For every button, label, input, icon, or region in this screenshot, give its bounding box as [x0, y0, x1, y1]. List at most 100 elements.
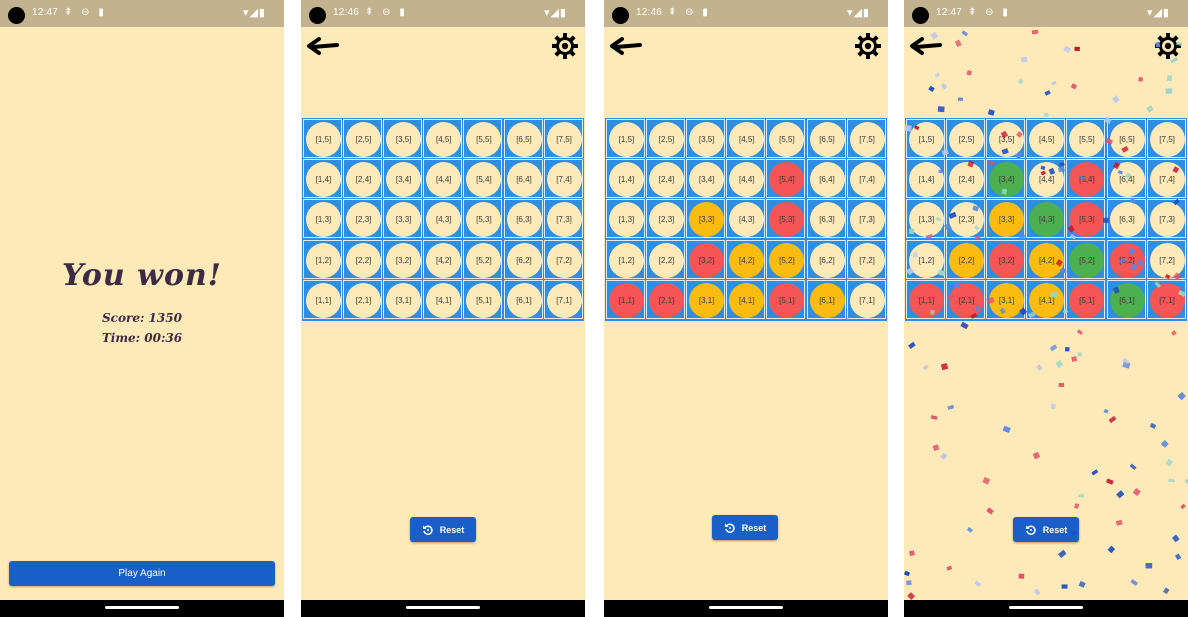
- board-cell[interactable]: [1,5]: [906, 119, 945, 158]
- board-cell[interactable]: [4,3]: [726, 199, 766, 239]
- board-cell[interactable]: [6,4]: [1106, 159, 1146, 199]
- home-indicator[interactable]: [105, 606, 179, 609]
- board-cell[interactable]: [6,2]: [503, 239, 543, 279]
- board-cell[interactable]: [1,4]: [906, 159, 945, 199]
- board-cell[interactable]: [5,3]: [463, 199, 503, 239]
- board-cell[interactable]: [1,5]: [606, 119, 645, 158]
- board-cell[interactable]: [5,3]: [1066, 199, 1106, 239]
- home-indicator[interactable]: [406, 606, 480, 609]
- board-cell[interactable]: [3,1]: [986, 279, 1026, 319]
- board-cell[interactable]: [6,5]: [1106, 119, 1146, 158]
- board-cell[interactable]: [2,5]: [646, 119, 686, 158]
- board-cell[interactable]: [5,5]: [463, 119, 503, 158]
- board-cell[interactable]: [6,3]: [503, 199, 543, 239]
- board-cell[interactable]: [3,3]: [686, 199, 726, 239]
- board-cell[interactable]: [4,5]: [1026, 119, 1066, 158]
- board-cell[interactable]: [1,2]: [303, 239, 342, 279]
- board-cell[interactable]: [2,3]: [343, 199, 383, 239]
- board-cell[interactable]: [7,4]: [543, 159, 583, 199]
- board-cell[interactable]: [7,1]: [543, 279, 583, 319]
- board-cell[interactable]: [4,2]: [423, 239, 463, 279]
- board-cell[interactable]: [2,2]: [343, 239, 383, 279]
- board-cell[interactable]: [3,5]: [686, 119, 726, 158]
- board-cell[interactable]: [3,4]: [383, 159, 423, 199]
- board-cell[interactable]: [1,3]: [906, 199, 945, 239]
- board-cell[interactable]: [2,4]: [646, 159, 686, 199]
- board-cell[interactable]: [7,3]: [543, 199, 583, 239]
- board-cell[interactable]: [4,5]: [726, 119, 766, 158]
- board-cell[interactable]: [2,4]: [343, 159, 383, 199]
- board-cell[interactable]: [7,2]: [1146, 239, 1186, 279]
- board-cell[interactable]: [5,1]: [463, 279, 503, 319]
- board-cell[interactable]: [2,5]: [343, 119, 383, 158]
- board-cell[interactable]: [4,1]: [1026, 279, 1066, 319]
- board-cell[interactable]: [2,4]: [946, 159, 986, 199]
- home-indicator[interactable]: [709, 606, 783, 609]
- board-cell[interactable]: [7,1]: [1146, 279, 1186, 319]
- board-cell[interactable]: [5,4]: [463, 159, 503, 199]
- board-cell[interactable]: [2,3]: [946, 199, 986, 239]
- board-cell[interactable]: [3,2]: [383, 239, 423, 279]
- board-cell[interactable]: [6,4]: [503, 159, 543, 199]
- board-cell[interactable]: [1,4]: [303, 159, 342, 199]
- board-cell[interactable]: [4,4]: [1026, 159, 1066, 199]
- back-arrow-icon[interactable]: [608, 35, 642, 57]
- board-cell[interactable]: [1,2]: [906, 239, 945, 279]
- board-cell[interactable]: [7,1]: [846, 279, 886, 319]
- board-cell[interactable]: [5,4]: [766, 159, 806, 199]
- gear-icon[interactable]: [1154, 32, 1182, 60]
- board-cell[interactable]: [3,4]: [986, 159, 1026, 199]
- board-cell[interactable]: [3,3]: [986, 199, 1026, 239]
- board-cell[interactable]: [6,4]: [806, 159, 846, 199]
- board-cell[interactable]: [4,3]: [1026, 199, 1066, 239]
- board-cell[interactable]: [6,1]: [806, 279, 846, 319]
- home-indicator[interactable]: [1009, 606, 1083, 609]
- board-cell[interactable]: [4,4]: [423, 159, 463, 199]
- board-cell[interactable]: [7,5]: [543, 119, 583, 158]
- board-cell[interactable]: [4,5]: [423, 119, 463, 158]
- gear-icon[interactable]: [551, 32, 579, 60]
- board-cell[interactable]: [1,1]: [906, 279, 945, 319]
- board-cell[interactable]: [2,1]: [946, 279, 986, 319]
- back-arrow-icon[interactable]: [908, 35, 942, 57]
- board-cell[interactable]: [2,2]: [646, 239, 686, 279]
- board-cell[interactable]: [3,1]: [383, 279, 423, 319]
- board-cell[interactable]: [7,2]: [846, 239, 886, 279]
- board-cell[interactable]: [2,3]: [646, 199, 686, 239]
- board-cell[interactable]: [1,3]: [303, 199, 342, 239]
- board-cell[interactable]: [7,3]: [846, 199, 886, 239]
- board-cell[interactable]: [5,1]: [1066, 279, 1106, 319]
- board-cell[interactable]: [1,1]: [303, 279, 342, 319]
- board-cell[interactable]: [1,5]: [303, 119, 342, 158]
- board-cell[interactable]: [7,2]: [543, 239, 583, 279]
- back-arrow-icon[interactable]: [305, 35, 339, 57]
- board-cell[interactable]: [6,5]: [503, 119, 543, 158]
- board-cell[interactable]: [7,4]: [846, 159, 886, 199]
- board-cell[interactable]: [3,1]: [686, 279, 726, 319]
- board-cell[interactable]: [5,1]: [766, 279, 806, 319]
- board-cell[interactable]: [1,1]: [606, 279, 645, 319]
- board-cell[interactable]: [6,3]: [1106, 199, 1146, 239]
- board-cell[interactable]: [5,2]: [463, 239, 503, 279]
- board-cell[interactable]: [3,4]: [686, 159, 726, 199]
- board-cell[interactable]: [7,5]: [1146, 119, 1186, 158]
- board-cell[interactable]: [2,5]: [946, 119, 986, 158]
- reset-button[interactable]: Reset: [712, 515, 778, 540]
- board-cell[interactable]: [2,1]: [646, 279, 686, 319]
- board-cell[interactable]: [5,5]: [766, 119, 806, 158]
- board-cell[interactable]: [6,1]: [1106, 279, 1146, 319]
- board-cell[interactable]: [5,2]: [1066, 239, 1106, 279]
- board-cell[interactable]: [4,2]: [726, 239, 766, 279]
- board-cell[interactable]: [1,3]: [606, 199, 645, 239]
- board-cell[interactable]: [7,3]: [1146, 199, 1186, 239]
- gear-icon[interactable]: [854, 32, 882, 60]
- board-cell[interactable]: [6,5]: [806, 119, 846, 158]
- board-cell[interactable]: [1,2]: [606, 239, 645, 279]
- board-cell[interactable]: [3,5]: [986, 119, 1026, 158]
- board-cell[interactable]: [5,2]: [766, 239, 806, 279]
- board-cell[interactable]: [6,1]: [503, 279, 543, 319]
- board-cell[interactable]: [2,2]: [946, 239, 986, 279]
- board-cell[interactable]: [4,4]: [726, 159, 766, 199]
- board-cell[interactable]: [4,1]: [726, 279, 766, 319]
- board-cell[interactable]: [7,5]: [846, 119, 886, 158]
